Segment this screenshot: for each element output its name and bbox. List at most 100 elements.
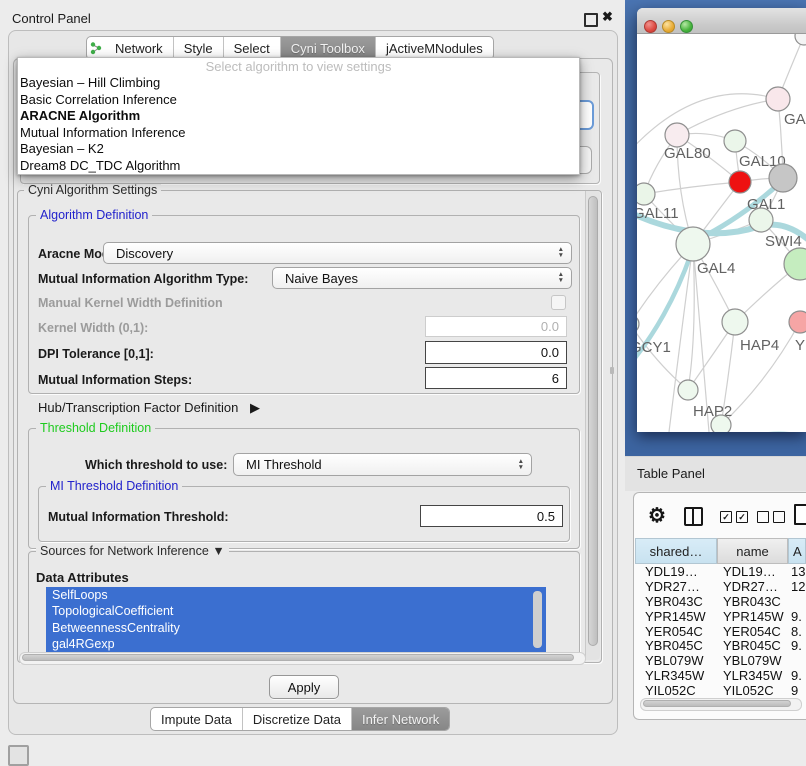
- kernel-width-field[interactable]: 0.0: [425, 316, 567, 337]
- column-header-partial[interactable]: A: [788, 538, 806, 564]
- network-window-titlebar[interactable]: [637, 8, 806, 34]
- aracne-mode-select[interactable]: Discovery ▲▼: [103, 242, 572, 264]
- tab-cyni-toolbox[interactable]: Cyni Toolbox: [281, 37, 376, 59]
- settings-hscrollbar-thumb[interactable]: [22, 654, 574, 661]
- manual-kernel-label: Manual Kernel Width Definition: [38, 296, 223, 310]
- algorithm-option[interactable]: Bayesian – Hill Climbing: [18, 75, 579, 92]
- data-attributes-list[interactable]: SelfLoopsTopologicalCoefficientBetweenne…: [46, 587, 546, 653]
- table-hscrollbar-thumb[interactable]: [643, 700, 791, 707]
- close-traffic-icon[interactable]: [644, 20, 657, 33]
- control-panel-title: Control Panel: [12, 11, 91, 26]
- network-node[interactable]: [795, 34, 806, 45]
- table-row[interactable]: YIL052CYIL052C9: [635, 684, 806, 697]
- table-cell: 12: [791, 580, 805, 595]
- apply-button[interactable]: Apply: [269, 675, 339, 699]
- combo-arrows-icon: ▲▼: [558, 272, 564, 284]
- mi-steps-label: Mutual Information Steps:: [38, 373, 192, 387]
- hub-definition-expander[interactable]: Hub/Transcription Factor Definition ▶: [38, 400, 260, 416]
- gear-icon[interactable]: ⚙: [648, 503, 666, 528]
- table-cell: YER054C: [645, 625, 703, 640]
- network-edge[interactable]: [669, 244, 693, 432]
- table-row[interactable]: YBR045CYBR045C9.: [635, 639, 806, 654]
- table-hscrollbar[interactable]: [640, 698, 802, 711]
- table-row[interactable]: YDR27…YDR27…12: [635, 580, 806, 595]
- attribute-list-item[interactable]: SelfLoops: [46, 587, 546, 603]
- network-graph: GALGAL80GAL10GAL1GAL11SWI4GAL4GCY1HAP4YH…: [637, 34, 806, 432]
- mi-steps-field[interactable]: 6: [425, 367, 567, 389]
- network-node-gal11[interactable]: [637, 183, 655, 205]
- tab-discretize-data[interactable]: Discretize Data: [243, 708, 352, 730]
- column-header-shared-name[interactable]: shared…: [635, 538, 717, 564]
- network-node-gal10[interactable]: [724, 130, 746, 152]
- table-row[interactable]: YBR043CYBR043C: [635, 595, 806, 610]
- tab-impute-data[interactable]: Impute Data: [151, 708, 243, 730]
- close-icon[interactable]: ✖: [602, 9, 613, 25]
- network-node-gal4[interactable]: [676, 227, 710, 261]
- table-row[interactable]: YLR345WYLR345W9.: [635, 669, 806, 684]
- mi-type-value: Naive Bayes: [285, 271, 358, 286]
- mi-type-select[interactable]: Naive Bayes ▲▼: [272, 267, 572, 289]
- algorithm-option[interactable]: Basic Correlation Inference: [18, 92, 579, 109]
- network-window[interactable]: GALGAL80GAL10GAL1GAL11SWI4GAL4GCY1HAP4YH…: [637, 8, 806, 432]
- settings-scrollbar[interactable]: [585, 191, 600, 660]
- which-threshold-label: Which threshold to use:: [85, 458, 227, 472]
- table-row[interactable]: YER054CYER054C8.: [635, 625, 806, 640]
- network-node[interactable]: [769, 164, 797, 192]
- network-node-hap2[interactable]: [678, 380, 698, 400]
- network-node[interactable]: [784, 248, 806, 280]
- network-node-gal80[interactable]: [665, 123, 689, 147]
- table-cell: 9.: [791, 610, 802, 625]
- dock-panel-icon[interactable]: [8, 745, 29, 766]
- tab-network[interactable]: Network: [87, 37, 174, 59]
- table-cell: YBR043C: [645, 595, 703, 610]
- float-window-icon[interactable]: [584, 13, 598, 27]
- document-icon[interactable]: [794, 504, 806, 525]
- network-node-swi4[interactable]: [749, 208, 773, 232]
- which-threshold-value: MI Threshold: [246, 457, 322, 472]
- settings-scrollbar-thumb[interactable]: [588, 196, 598, 646]
- tab-select[interactable]: Select: [224, 37, 281, 59]
- network-node-y[interactable]: [789, 311, 806, 333]
- which-threshold-select[interactable]: MI Threshold ▲▼: [233, 453, 532, 476]
- node-label: GAL4: [697, 260, 735, 277]
- table-row[interactable]: YBL079WYBL079W: [635, 654, 806, 669]
- tab-style[interactable]: Style: [174, 37, 224, 59]
- mi-threshold-label: Mutual Information Threshold:: [48, 510, 229, 524]
- algorithm-options: Bayesian – Hill ClimbingBasic Correlatio…: [18, 75, 579, 174]
- network-node-gal1[interactable]: [729, 171, 751, 193]
- algorithm-option[interactable]: ARACNE Algorithm: [18, 108, 579, 125]
- attribute-list-item[interactable]: TopologicalCoefficient: [46, 603, 546, 619]
- network-canvas[interactable]: GALGAL80GAL10GAL1GAL11SWI4GAL4GCY1HAP4YH…: [637, 34, 806, 432]
- network-edge[interactable]: [644, 182, 740, 194]
- split-columns-icon[interactable]: [684, 507, 703, 526]
- zoom-traffic-icon[interactable]: [680, 20, 693, 33]
- tab-infer-network[interactable]: Infer Network: [352, 708, 449, 730]
- algorithm-option[interactable]: Bayesian – K2: [18, 141, 579, 158]
- manual-kernel-checkbox[interactable]: [551, 295, 566, 310]
- network-node-hap4[interactable]: [722, 309, 748, 335]
- expander-down-icon: ▼: [212, 544, 224, 558]
- table-row[interactable]: YDL19…YDL19…13: [635, 565, 806, 580]
- network-node-gal[interactable]: [766, 87, 790, 111]
- minimize-traffic-icon[interactable]: [662, 20, 675, 33]
- network-node-gcy1[interactable]: [637, 315, 639, 333]
- settings-hscrollbar[interactable]: [19, 652, 586, 665]
- network-node[interactable]: [711, 415, 731, 432]
- algorithm-option[interactable]: Dream8 DC_TDC Algorithm: [18, 158, 579, 175]
- dpi-tolerance-field[interactable]: 0.0: [425, 341, 567, 364]
- attribute-list-item[interactable]: gal4RGexp: [46, 636, 546, 652]
- algorithm-option[interactable]: Mutual Information Inference: [18, 125, 579, 142]
- column-header-name[interactable]: name: [717, 538, 788, 564]
- sources-group-title[interactable]: Sources for Network Inference ▼: [36, 545, 229, 558]
- splitter-handle[interactable]: [610, 367, 614, 374]
- mi-threshold-field[interactable]: 0.5: [420, 505, 563, 527]
- select-all-columns-icon[interactable]: ✓ ✓: [720, 511, 748, 523]
- attributes-scrollbar-thumb[interactable]: [533, 591, 542, 648]
- tab-jactivemnodules[interactable]: jActiveMNodules: [376, 37, 493, 59]
- attribute-list-item[interactable]: BetweennessCentrality: [46, 620, 546, 636]
- network-edge[interactable]: [637, 324, 688, 390]
- table-cell: YBL079W: [645, 654, 704, 669]
- table-cell: 9.: [791, 669, 802, 684]
- table-row[interactable]: YPR145WYPR145W9.: [635, 610, 806, 625]
- deselect-all-columns-icon[interactable]: [757, 511, 785, 523]
